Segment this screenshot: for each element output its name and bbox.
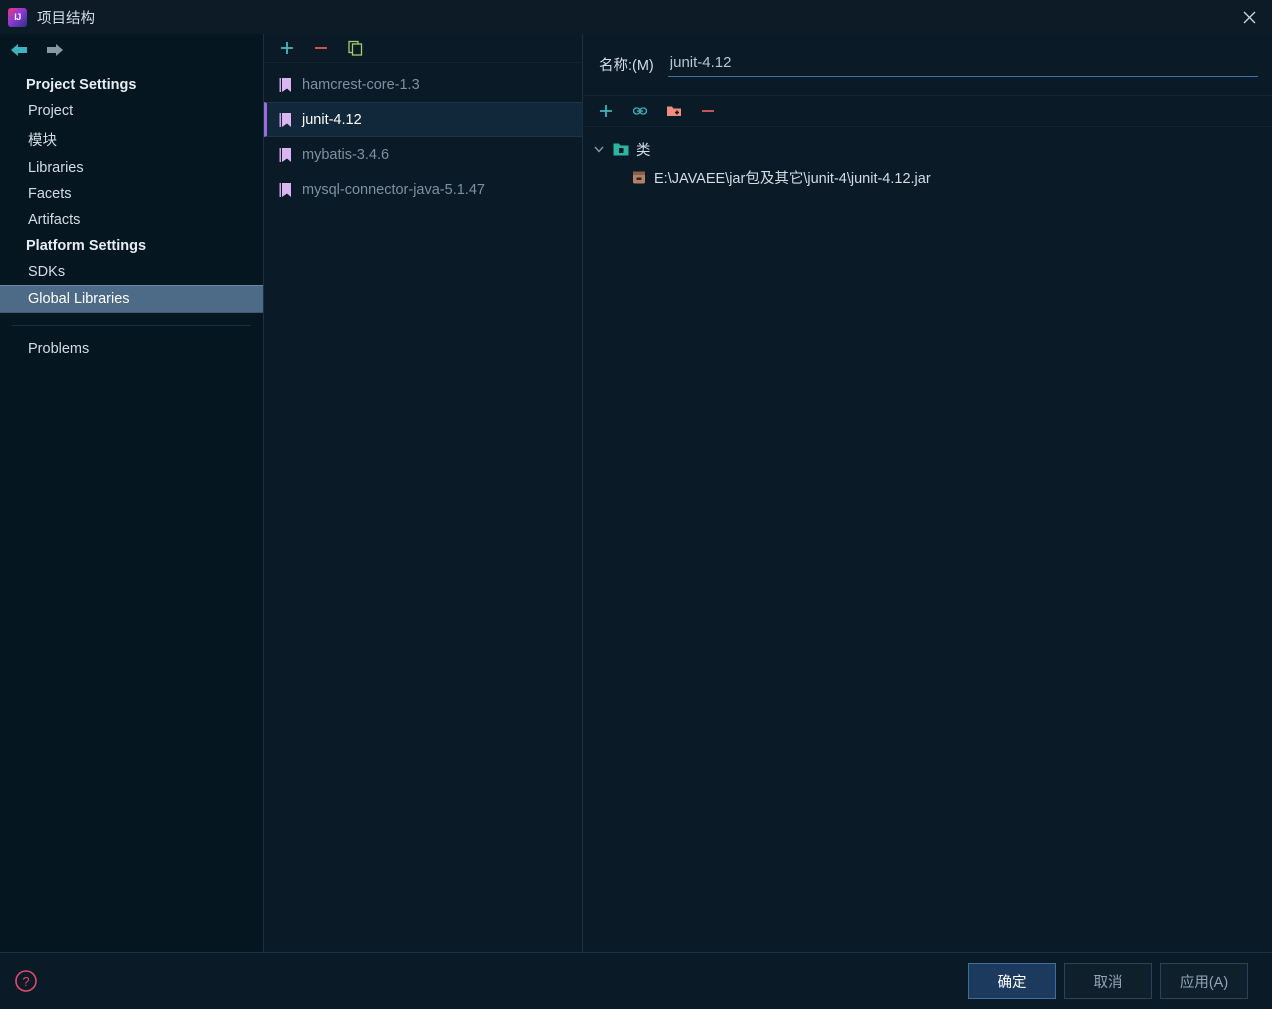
jar-file-icon — [633, 171, 645, 183]
dialog-body: Project Settings Project 模块 Libraries Fa… — [0, 34, 1272, 952]
library-name-label: 名称:(M) — [599, 58, 654, 74]
footer-buttons: 确定 取消 应用(A) — [968, 963, 1248, 999]
forward-arrow-icon[interactable] — [46, 42, 64, 58]
dialog-footer: ? 确定 取消 应用(A) — [0, 952, 1272, 1009]
library-book-icon — [279, 77, 291, 92]
list-item[interactable]: hamcrest-core-1.3 — [264, 67, 582, 102]
close-button[interactable] — [1226, 0, 1272, 34]
list-item[interactable]: mysql-connector-java-5.1.47 — [264, 172, 582, 207]
title-bar: 项目结构 — [0, 0, 1272, 34]
library-book-icon — [279, 182, 291, 197]
library-name-row: 名称:(M) — [583, 34, 1272, 96]
library-name-input-wrapper — [667, 52, 1258, 77]
attach-url-button[interactable] — [631, 102, 649, 120]
sidebar-item-global-libraries[interactable]: Global Libraries — [0, 285, 263, 313]
svg-text:?: ? — [22, 974, 29, 989]
project-structure-dialog: 项目结构 Project Settings Project 模块 Libr — [0, 0, 1272, 1009]
sidebar-group-project-settings: Project Settings — [26, 77, 137, 93]
list-item[interactable]: mybatis-3.4.6 — [264, 137, 582, 172]
library-list-panel: hamcrest-core-1.3 junit-4.12 mybatis-3.4… — [264, 34, 583, 952]
tree-node-label: 类 — [636, 142, 651, 159]
add-root-button[interactable] — [597, 102, 615, 120]
library-name-input[interactable] — [667, 52, 1258, 77]
library-list: hamcrest-core-1.3 junit-4.12 mybatis-3.4… — [264, 63, 582, 207]
settings-sidebar: Project Settings Project 模块 Libraries Fa… — [0, 34, 264, 952]
cancel-button[interactable]: 取消 — [1064, 963, 1152, 999]
add-folder-button[interactable] — [665, 102, 683, 120]
intellij-idea-logo-icon — [8, 7, 27, 27]
library-roots-tree: 类 E:\JAVAEE\jar包及其它\junit-4\junit-4.12.j… — [583, 127, 1272, 952]
chevron-down-icon[interactable] — [592, 142, 606, 156]
sidebar-item-modules[interactable]: 模块 — [0, 124, 263, 155]
remove-library-button[interactable] — [312, 39, 330, 57]
list-item[interactable]: junit-4.12 — [264, 102, 582, 137]
list-item-label: mysql-connector-java-5.1.47 — [302, 181, 485, 198]
tree-leaf-label: E:\JAVAEE\jar包及其它\junit-4\junit-4.12.jar — [654, 170, 931, 187]
library-list-toolbar — [264, 34, 582, 63]
sidebar-divider — [12, 325, 251, 326]
library-book-icon — [279, 147, 291, 162]
help-icon[interactable]: ? — [14, 969, 38, 993]
sidebar-group-platform-settings: Platform Settings — [26, 238, 147, 254]
sidebar-item-facets[interactable]: Facets — [0, 181, 263, 207]
window-title: 项目结构 — [37, 10, 95, 27]
list-item-label: junit-4.12 — [302, 111, 362, 128]
library-details-panel: 名称:(M) junit-4.12 类 E:\JAVAEE\jar包及其它\ju… — [583, 34, 1272, 952]
sidebar-item-libraries[interactable]: Libraries — [0, 155, 263, 181]
list-item-label: hamcrest-core-1.3 — [302, 76, 420, 93]
sidebar-item-project[interactable]: Project — [0, 98, 263, 124]
list-item-label: mybatis-3.4.6 — [302, 146, 390, 163]
sidebar-item-problems[interactable]: Problems — [0, 336, 263, 362]
sidebar-item-artifacts[interactable]: Artifacts — [0, 207, 263, 233]
close-icon — [1243, 11, 1255, 23]
ok-button[interactable]: 确定 — [968, 963, 1056, 999]
library-roots-toolbar — [583, 96, 1272, 127]
tree-leaf-jar[interactable]: E:\JAVAEE\jar包及其它\junit-4\junit-4.12.jar — [583, 163, 1272, 191]
classes-folder-icon — [613, 143, 629, 155]
copy-library-button[interactable] — [346, 39, 364, 57]
navigation-arrows — [0, 34, 263, 66]
library-book-icon — [279, 112, 291, 127]
back-arrow-icon[interactable] — [10, 42, 28, 58]
apply-button[interactable]: 应用(A) — [1160, 963, 1248, 999]
tree-node-classes[interactable]: 类 — [583, 135, 1272, 163]
settings-nav-list: Project Settings Project 模块 Libraries Fa… — [0, 66, 263, 362]
remove-root-button[interactable] — [699, 102, 717, 120]
add-library-button[interactable] — [278, 39, 296, 57]
sidebar-item-sdks[interactable]: SDKs — [0, 259, 263, 285]
